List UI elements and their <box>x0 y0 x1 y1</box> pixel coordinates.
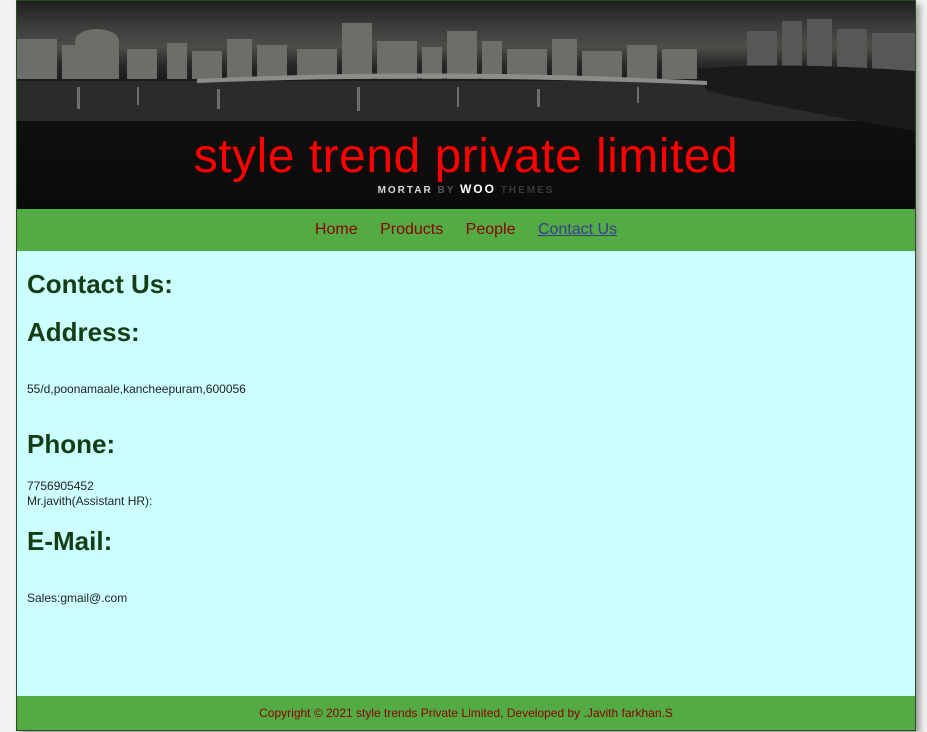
copyright-text: Copyright © 2021 style trends Private Li… <box>259 706 673 720</box>
page-title: Contact Us: <box>27 269 173 299</box>
address-heading: Address: <box>27 317 140 347</box>
credit-themes: THEMES <box>500 185 555 196</box>
header-banner: style trend private limited MORTAR BY WO… <box>17 1 915 209</box>
theme-credit-logo: MORTAR BY WOO THEMES <box>17 182 915 196</box>
email-text: Sales:gmail@.com <box>27 591 128 605</box>
page-container: style trend private limited MORTAR BY WO… <box>16 0 916 731</box>
address-text: 55/d,poonamaale,kancheepuram,600056 <box>27 382 246 396</box>
phone-contact-person: Mr.javith(Assistant HR): <box>27 494 153 508</box>
main-content: Contact Us: Address: 55/d,poonamaale,kan… <box>17 251 915 695</box>
credit-woo: WOO <box>459 182 496 196</box>
nav-link-people[interactable]: People <box>466 221 516 238</box>
phone-heading: Phone: <box>27 429 116 459</box>
site-title: style trend private limited <box>193 130 739 183</box>
nav-link-home[interactable]: Home <box>315 221 358 238</box>
email-heading: E-Mail: <box>27 526 113 556</box>
credit-by: BY <box>437 185 456 196</box>
nav-link-contact-us[interactable]: Contact Us <box>538 221 617 238</box>
phone-number: 7756905452 <box>27 479 94 493</box>
credit-mortar: MORTAR <box>377 185 433 196</box>
nav-link-products[interactable]: Products <box>380 221 443 238</box>
main-navigation: Home Products People Contact Us <box>17 209 915 251</box>
footer: Copyright © 2021 style trends Private Li… <box>17 696 915 730</box>
